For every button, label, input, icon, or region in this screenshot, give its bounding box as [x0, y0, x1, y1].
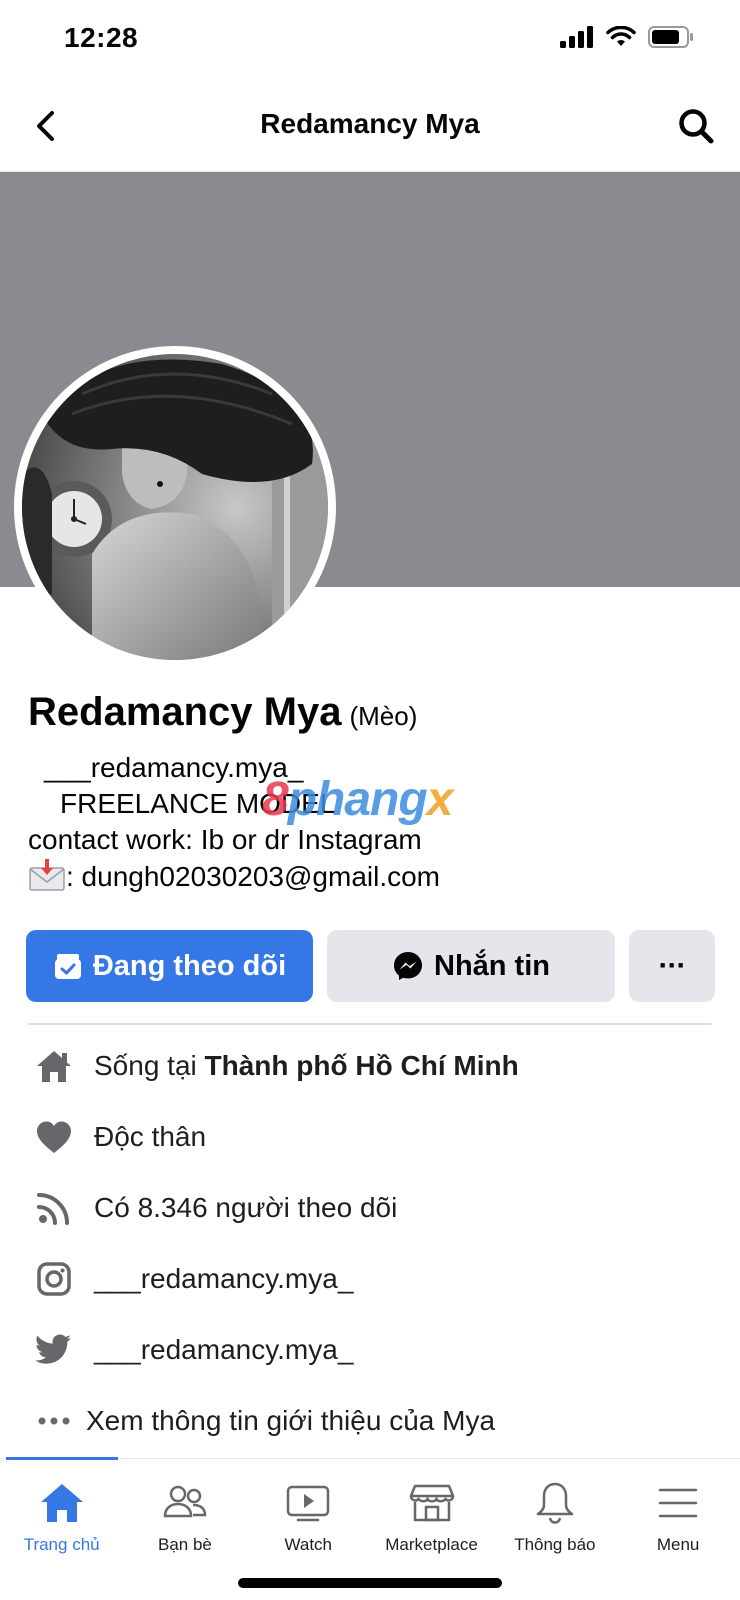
tab-label: Watch: [284, 1535, 333, 1554]
detail-lives-in: Sống tại Thành phố Hồ Chí Minh: [0, 1030, 740, 1101]
lives-city[interactable]: Thành phố Hồ Chí Minh: [205, 1050, 519, 1081]
profile-details: Sống tại Thành phố Hồ Chí Minh Độc thân …: [0, 1030, 740, 1456]
battery-icon: [648, 26, 693, 48]
tab-marketplace[interactable]: Marketplace: [370, 1459, 493, 1559]
profile-alt-name: (Mèo): [349, 701, 418, 731]
twitter-handle: ___redamancy.mya_: [94, 1333, 354, 1365]
status-bar: 12:28: [0, 0, 740, 80]
followers-text: Có 8.346 người theo dõi: [94, 1191, 398, 1223]
profile-name-text: Redamancy Mya: [28, 690, 342, 734]
messenger-icon: [394, 952, 422, 980]
following-button-label: Đang theo dõi: [92, 949, 287, 982]
detail-instagram[interactable]: ___redamancy.mya_: [0, 1243, 740, 1314]
more-dots-icon: ···: [658, 949, 687, 982]
tab-label: Trang chủ: [23, 1535, 100, 1554]
tab-label: Menu: [656, 1535, 700, 1554]
top-nav-bar: Redamancy Mya: [0, 80, 740, 172]
profile-avatar[interactable]: [14, 346, 336, 668]
message-button[interactable]: Nhắn tin: [327, 930, 615, 1002]
friends-icon: [160, 1479, 210, 1527]
search-icon: [679, 109, 714, 144]
menu-icon: [653, 1479, 703, 1527]
home-indicator[interactable]: [238, 1578, 502, 1588]
tab-menu[interactable]: Menu: [616, 1459, 739, 1559]
tab-watch[interactable]: Watch: [247, 1459, 370, 1559]
page-title: Redamancy Mya: [260, 108, 480, 139]
bio-line-3: contact work: Ib or dr Instagram: [28, 824, 422, 855]
tab-label: Thông báo: [514, 1535, 596, 1554]
detail-see-more[interactable]: Xem thông tin giới thiệu của Mya: [0, 1385, 740, 1456]
twitter-icon: [34, 1330, 74, 1370]
see-more-text: Xem thông tin giới thiệu của Mya: [86, 1404, 496, 1436]
tab-home[interactable]: Trang chủ: [0, 1459, 123, 1559]
tab-notifications[interactable]: Thông báo: [493, 1459, 616, 1559]
rss-icon: [34, 1188, 74, 1228]
following-button[interactable]: Đang theo dõi: [26, 930, 313, 1002]
marketplace-icon: [407, 1479, 457, 1527]
lives-prefix: Sống tại: [94, 1049, 205, 1081]
wifi-icon: [606, 26, 636, 46]
more-options-button[interactable]: ···: [629, 930, 715, 1002]
detail-followers[interactable]: Có 8.346 người theo dõi: [0, 1172, 740, 1243]
status-icons: [560, 26, 694, 48]
tab-friends[interactable]: Bạn bè: [123, 1459, 246, 1559]
active-tab-indicator: [6, 1457, 118, 1460]
avatar-photo: [22, 354, 328, 660]
detail-twitter[interactable]: ___redamancy.mya_: [0, 1314, 740, 1385]
bio-email-text: : dungh02030203@gmail.com: [66, 861, 441, 892]
following-check-icon: [54, 954, 81, 979]
profile-name: Redamancy Mya (Mèo): [28, 690, 417, 735]
search-button[interactable]: [674, 104, 718, 148]
instagram-handle: ___redamancy.mya_: [94, 1262, 354, 1294]
status-time: 12:28: [64, 22, 139, 53]
home-tab-icon: [37, 1479, 87, 1527]
tab-label: Marketplace: [385, 1535, 478, 1554]
message-button-label: Nhắn tin: [434, 949, 550, 982]
more-horizontal-icon: [34, 1401, 74, 1441]
bio-email-line: : dungh02030203@gmail.com: [28, 858, 718, 901]
tab-label: Bạn bè: [158, 1535, 212, 1554]
cellular-signal-icon: [560, 26, 593, 48]
relationship-text: Độc thân: [94, 1120, 207, 1152]
bell-icon: [530, 1479, 580, 1527]
home-icon: [34, 1046, 74, 1086]
watch-icon: [283, 1479, 333, 1527]
heart-icon: [34, 1117, 74, 1157]
watermark-logo: 8phangx: [262, 773, 453, 826]
profile-actions: Đang theo dõi Nhắn tin ···: [26, 930, 716, 1002]
instagram-icon: [34, 1259, 74, 1299]
section-divider: [28, 1023, 712, 1025]
incoming-envelope-icon: [28, 858, 66, 901]
detail-relationship: Độc thân: [0, 1101, 740, 1172]
